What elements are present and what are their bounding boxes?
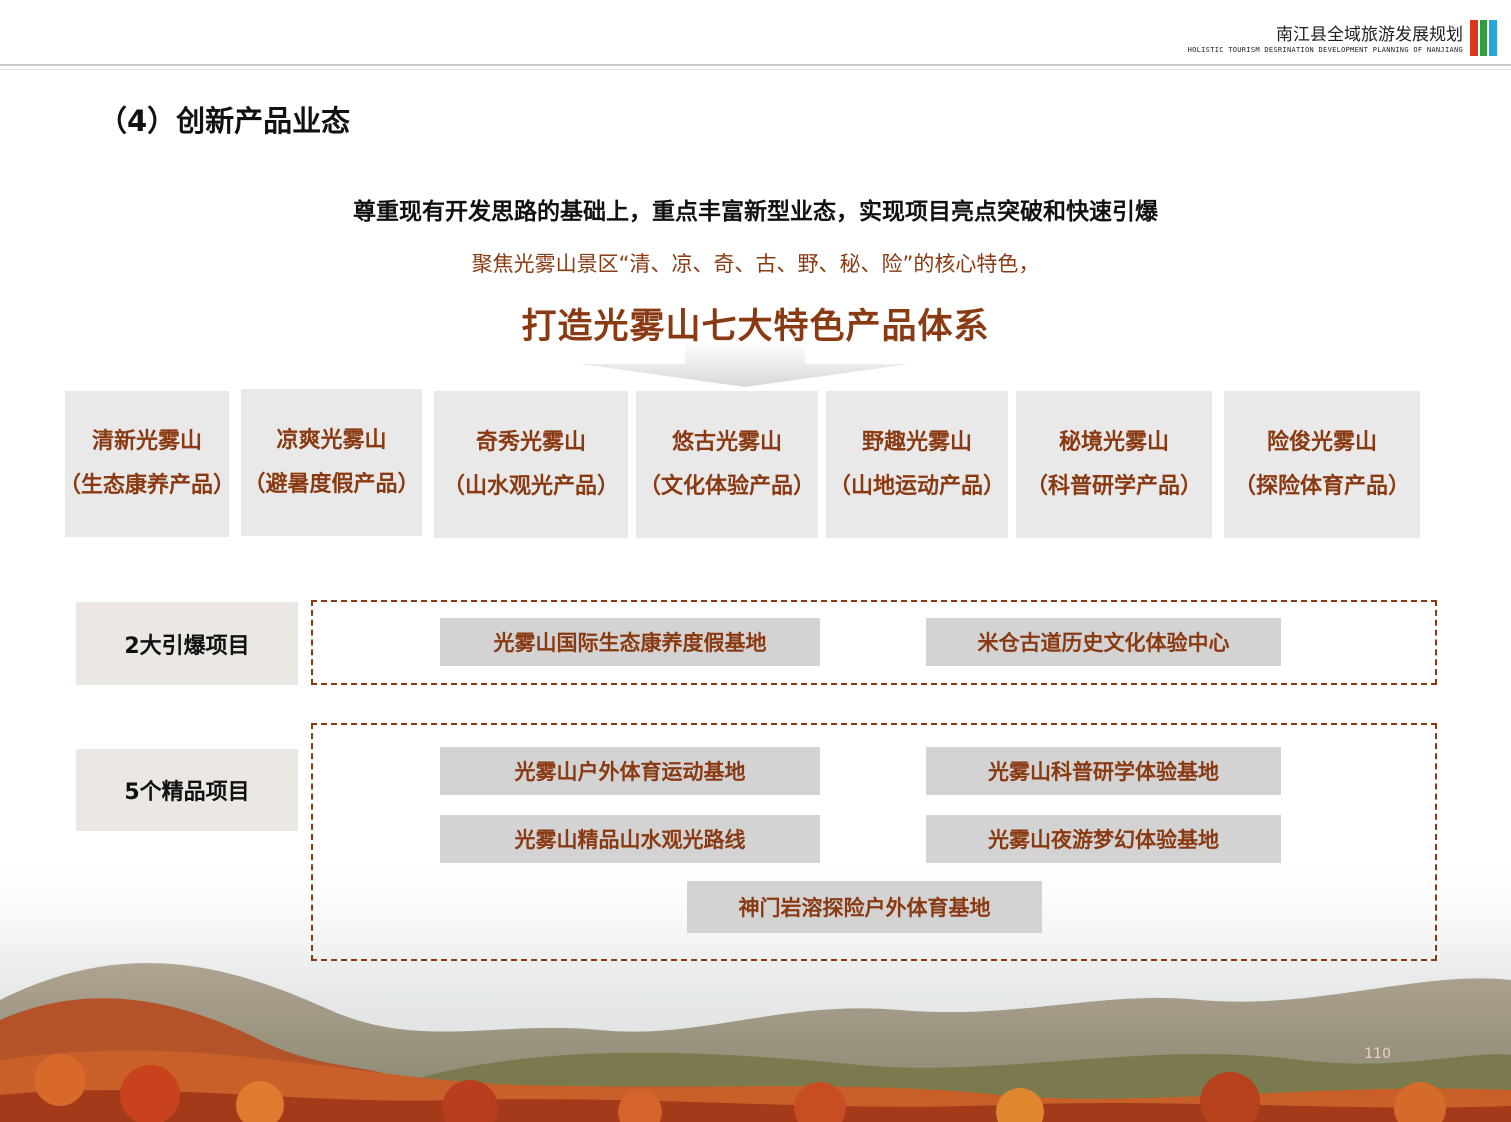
product-card-qixiu: 奇秀光雾山 （山水观光产品）: [434, 391, 628, 538]
header-divider: [0, 64, 1511, 66]
product-name: 清新光雾山: [91, 429, 202, 454]
brand-bar-red: [1470, 20, 1478, 56]
product-card-liangshuang: 凉爽光雾山 （避暑度假产品）: [241, 389, 422, 536]
product-card-mijing: 秘境光雾山 （科普研学产品）: [1016, 391, 1212, 538]
premium-projects-label: 5个精品项目: [76, 749, 298, 831]
product-name: 奇秀光雾山: [475, 429, 586, 455]
product-type: （科普研学产品）: [1025, 473, 1202, 499]
headline: 尊重现有开发思路的基础上，重点丰富新型业态，实现项目亮点突破和快速引爆: [353, 199, 1158, 225]
product-type: （山地运动产品）: [828, 473, 1005, 499]
product-name: 悠古光雾山: [671, 429, 782, 455]
brand-bar-blue: [1489, 20, 1498, 56]
product-name: 险俊光雾山: [1266, 429, 1377, 455]
product-name: 秘境光雾山: [1058, 429, 1169, 455]
product-type: （生态康养产品）: [59, 473, 236, 498]
product-type: （避暑度假产品）: [243, 471, 420, 497]
project-pill: 光雾山国际生态康养度假基地: [440, 618, 820, 666]
page-number: 110: [1364, 1046, 1391, 1062]
header-title: 南江县全域旅游发展规划: [1276, 25, 1463, 45]
product-type: （探险体育产品）: [1233, 473, 1410, 499]
header-divider-thin: [0, 69, 1511, 70]
product-type: （文化体验产品）: [638, 473, 815, 499]
product-card-yougu: 悠古光雾山 （文化体验产品）: [636, 391, 818, 538]
project-pill: 光雾山精品山水观光路线: [440, 815, 820, 863]
section-title: （4）创新产品业态: [98, 104, 351, 138]
brand-color-bars: [1470, 20, 1498, 56]
project-pill: 光雾山科普研学体验基地: [926, 747, 1281, 795]
product-card-yequ: 野趣光雾山 （山地运动产品）: [826, 391, 1008, 538]
brand-bar-green: [1479, 20, 1488, 56]
project-pill: 神门岩溶探险户外体育基地: [687, 881, 1042, 933]
product-name: 野趣光雾山: [861, 429, 972, 455]
product-type: （山水观光产品）: [442, 473, 619, 499]
down-arrow-icon: [580, 342, 910, 387]
product-card-qingxin: 清新光雾山 （生态康养产品）: [59, 391, 235, 537]
product-name: 凉爽光雾山: [276, 427, 387, 453]
major-projects-label: 2大引爆项目: [76, 602, 298, 685]
project-pill: 米仓古道历史文化体验中心: [926, 618, 1281, 666]
project-pill: 光雾山户外体育运动基地: [440, 747, 820, 795]
project-pill: 光雾山夜游梦幻体验基地: [926, 815, 1281, 863]
product-card-xianjun: 险俊光雾山 （探险体育产品）: [1224, 391, 1420, 538]
header-subtitle: HOLISTIC TOURISM DESRINATION DEVELOPMENT…: [1187, 46, 1463, 54]
subheadline: 聚焦光雾山景区“清、凉、奇、古、野、秘、险”的核心特色，: [471, 252, 1040, 276]
